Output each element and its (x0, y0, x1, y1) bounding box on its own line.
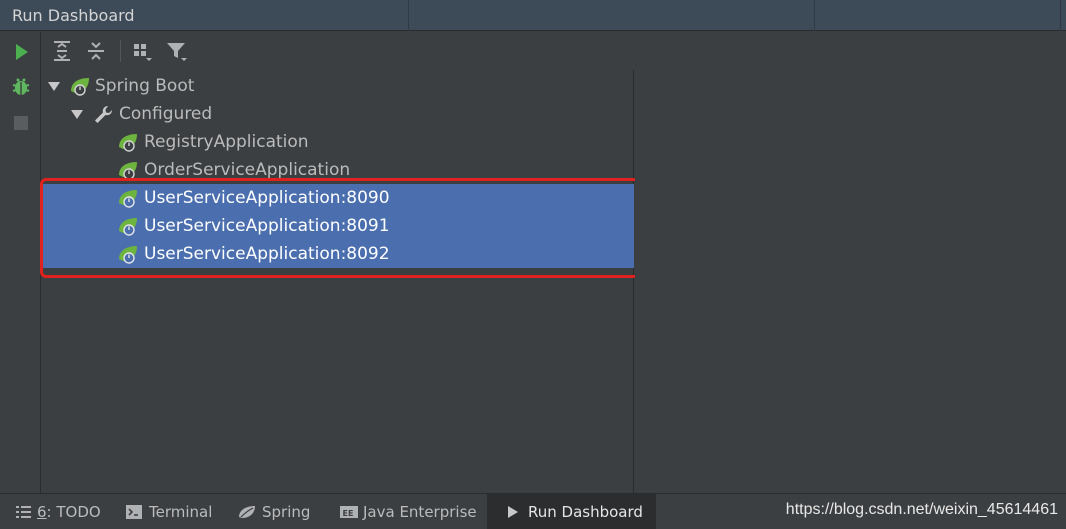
spring-boot-app-icon (117, 187, 139, 209)
debug-icon[interactable] (10, 76, 32, 98)
spring-boot-app-icon (117, 159, 139, 181)
tree-node-label: Spring Boot (95, 76, 195, 96)
watermark-url: https://blog.csdn.net/weixin_45614461 (785, 501, 1058, 518)
svg-text:EE: EE (343, 509, 354, 518)
header-divider (408, 0, 409, 31)
run-actions-strip (0, 32, 41, 493)
header-divider (1060, 0, 1061, 31)
spring-boot-icon (69, 75, 91, 97)
spring-boot-app-icon (117, 243, 139, 265)
spring-boot-app-icon (117, 215, 139, 237)
todo-mnemonic: 6 (37, 503, 47, 521)
expand-all-icon[interactable] (51, 40, 75, 62)
collapse-all-icon[interactable] (85, 40, 109, 62)
tree-node-spring-boot[interactable]: Spring Boot (41, 72, 634, 100)
todo-label-text: : TODO (46, 503, 101, 521)
tool-window-bar: 6: TODO Terminal Spring EE Java Enterpri… (0, 493, 1066, 529)
spring-tab[interactable]: Spring (232, 494, 322, 529)
java-enterprise-tab[interactable]: EE Java Enterprise (334, 494, 482, 529)
tree-node-app-selected[interactable]: UserServiceApplication:8092 (41, 240, 634, 268)
tree-node-label: UserServiceApplication:8090 (144, 188, 390, 208)
tree-node-label: UserServiceApplication:8091 (144, 216, 390, 236)
header-divider (814, 0, 815, 31)
tree-node-label: Configured (119, 104, 213, 124)
expand-arrow-icon[interactable] (47, 78, 61, 92)
tree-node-label: UserServiceApplication:8092 (144, 244, 390, 264)
spring-leaf-icon (238, 504, 255, 520)
todo-tab[interactable]: 6: TODO (10, 494, 110, 529)
tree-node-app-selected[interactable]: UserServiceApplication:8091 (41, 212, 634, 240)
run-icon (505, 504, 521, 520)
java-enterprise-tab-label: Java Enterprise (363, 503, 477, 521)
run-icon[interactable] (10, 41, 32, 63)
expand-arrow-icon[interactable] (70, 106, 84, 120)
group-by-icon[interactable] (131, 40, 155, 62)
toolbar-separator (120, 40, 121, 62)
tree-node-app[interactable]: RegistryApplication (41, 128, 634, 156)
details-panel (635, 32, 1066, 493)
run-dashboard-tab-label: Run Dashboard (528, 503, 643, 521)
filter-icon[interactable] (165, 40, 189, 62)
terminal-icon (126, 504, 142, 520)
java-enterprise-icon: EE (340, 504, 358, 520)
tool-window-title: Run Dashboard (12, 6, 135, 25)
todo-tab-label: 6: TODO (37, 503, 101, 521)
tree-node-label: OrderServiceApplication (144, 160, 351, 180)
list-icon (16, 504, 32, 520)
tree-node-app[interactable]: OrderServiceApplication (41, 156, 634, 184)
terminal-tab[interactable]: Terminal (120, 494, 220, 529)
tool-window-header: Run Dashboard (0, 0, 1066, 31)
wrench-icon (92, 103, 114, 125)
spring-tab-label: Spring (262, 503, 311, 521)
spring-boot-app-icon (117, 131, 139, 153)
tree-node-configured[interactable]: Configured (41, 100, 634, 128)
tree-node-label: RegistryApplication (144, 132, 309, 152)
tree-node-app-selected[interactable]: UserServiceApplication:8090 (41, 184, 634, 212)
run-dashboard-tree: Spring Boot Configured RegistryApplicati… (41, 70, 634, 493)
run-dashboard-tab[interactable]: Run Dashboard (487, 494, 656, 529)
stop-icon[interactable] (10, 112, 32, 134)
dashboard-toolbar (41, 32, 634, 70)
terminal-tab-label: Terminal (149, 503, 213, 521)
